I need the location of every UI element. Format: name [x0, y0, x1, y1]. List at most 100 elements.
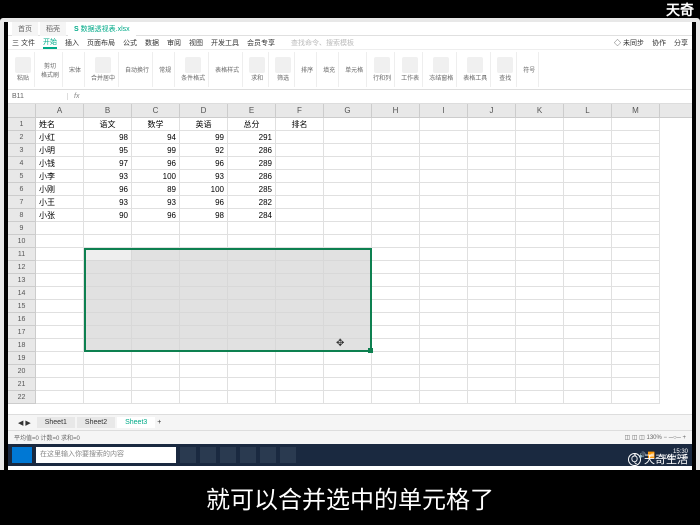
cell-C14[interactable] — [132, 287, 180, 300]
cell-A7[interactable]: 小王 — [36, 196, 84, 209]
cell-J19[interactable] — [468, 352, 516, 365]
cell-H19[interactable] — [372, 352, 420, 365]
menu-insert[interactable]: 插入 — [65, 38, 79, 48]
cell-D9[interactable] — [180, 222, 228, 235]
cell-K2[interactable] — [516, 131, 564, 144]
cell-E3[interactable]: 286 — [228, 144, 276, 157]
cell-C4[interactable]: 96 — [132, 157, 180, 170]
cell-M2[interactable] — [612, 131, 660, 144]
cell-C6[interactable]: 89 — [132, 183, 180, 196]
cell-L4[interactable] — [564, 157, 612, 170]
cell-D16[interactable] — [180, 313, 228, 326]
cell-H17[interactable] — [372, 326, 420, 339]
cell-E17[interactable] — [228, 326, 276, 339]
row-header-16[interactable]: 16 — [8, 313, 36, 326]
cell-D13[interactable] — [180, 274, 228, 287]
cell-M20[interactable] — [612, 365, 660, 378]
cell-C3[interactable]: 99 — [132, 144, 180, 157]
cell-G6[interactable] — [324, 183, 372, 196]
cell-C7[interactable]: 93 — [132, 196, 180, 209]
cell-F11[interactable] — [276, 248, 324, 261]
cell-H12[interactable] — [372, 261, 420, 274]
menu-formula[interactable]: 公式 — [123, 38, 137, 48]
cell-F5[interactable] — [276, 170, 324, 183]
cell-B11[interactable] — [84, 248, 132, 261]
cell-K9[interactable] — [516, 222, 564, 235]
col-header-D[interactable]: D — [180, 104, 228, 117]
cell-B2[interactable]: 98 — [84, 131, 132, 144]
cell-F21[interactable] — [276, 378, 324, 391]
menu-file[interactable]: 三 文件 — [12, 38, 35, 48]
cell-C1[interactable]: 数学 — [132, 118, 180, 131]
cell-C5[interactable]: 100 — [132, 170, 180, 183]
cell-M18[interactable] — [612, 339, 660, 352]
cell-C9[interactable] — [132, 222, 180, 235]
cell-D1[interactable]: 英语 — [180, 118, 228, 131]
col-header-F[interactable]: F — [276, 104, 324, 117]
row-header-7[interactable]: 7 — [8, 196, 36, 209]
cell-E14[interactable] — [228, 287, 276, 300]
cell-G11[interactable] — [324, 248, 372, 261]
col-header-A[interactable]: A — [36, 104, 84, 117]
cell-I17[interactable] — [420, 326, 468, 339]
cell-B14[interactable] — [84, 287, 132, 300]
cell-A4[interactable]: 小钱 — [36, 157, 84, 170]
cell-I7[interactable] — [420, 196, 468, 209]
cell-I10[interactable] — [420, 235, 468, 248]
cell-L19[interactable] — [564, 352, 612, 365]
cell-D2[interactable]: 99 — [180, 131, 228, 144]
cell-L2[interactable] — [564, 131, 612, 144]
cell-L20[interactable] — [564, 365, 612, 378]
cell-I18[interactable] — [420, 339, 468, 352]
cell-G17[interactable] — [324, 326, 372, 339]
cell-F4[interactable] — [276, 157, 324, 170]
cell-H15[interactable] — [372, 300, 420, 313]
col-header-H[interactable]: H — [372, 104, 420, 117]
cell-C2[interactable]: 94 — [132, 131, 180, 144]
cell-K1[interactable] — [516, 118, 564, 131]
cell-I8[interactable] — [420, 209, 468, 222]
cell-A21[interactable] — [36, 378, 84, 391]
cell-H10[interactable] — [372, 235, 420, 248]
cell-B3[interactable]: 95 — [84, 144, 132, 157]
cell-I9[interactable] — [420, 222, 468, 235]
menu-start[interactable]: 开始 — [43, 37, 57, 49]
ribbon-merge[interactable]: 合并居中 — [88, 52, 119, 87]
cell-L9[interactable] — [564, 222, 612, 235]
cell-J11[interactable] — [468, 248, 516, 261]
cell-E13[interactable] — [228, 274, 276, 287]
cell-H3[interactable] — [372, 144, 420, 157]
cell-E2[interactable]: 291 — [228, 131, 276, 144]
menu-data[interactable]: 数据 — [145, 38, 159, 48]
cell-I21[interactable] — [420, 378, 468, 391]
cell-G18[interactable] — [324, 339, 372, 352]
cell-B21[interactable] — [84, 378, 132, 391]
cell-A5[interactable]: 小李 — [36, 170, 84, 183]
cell-L15[interactable] — [564, 300, 612, 313]
ribbon-sum[interactable]: 求和 — [246, 52, 269, 87]
cell-I1[interactable] — [420, 118, 468, 131]
coop-button[interactable]: 协作 — [652, 38, 666, 48]
cell-E21[interactable] — [228, 378, 276, 391]
sheet-tab-1[interactable]: Sheet1 — [37, 417, 75, 428]
cell-J8[interactable] — [468, 209, 516, 222]
cell-M12[interactable] — [612, 261, 660, 274]
cell-B12[interactable] — [84, 261, 132, 274]
cell-F8[interactable] — [276, 209, 324, 222]
tab-file-active[interactable]: 数据透视表.xlsx — [68, 22, 136, 36]
ribbon-sheet[interactable]: 工作表 — [398, 52, 423, 87]
cell-E5[interactable]: 286 — [228, 170, 276, 183]
cell-A11[interactable] — [36, 248, 84, 261]
cell-D12[interactable] — [180, 261, 228, 274]
menu-search[interactable]: 查找命令、搜索模板 — [291, 38, 354, 48]
row-header-9[interactable]: 9 — [8, 222, 36, 235]
cell-G9[interactable] — [324, 222, 372, 235]
tab-docer[interactable]: 稻壳 — [40, 22, 66, 36]
cell-J15[interactable] — [468, 300, 516, 313]
cell-H16[interactable] — [372, 313, 420, 326]
cell-B5[interactable]: 93 — [84, 170, 132, 183]
cell-F22[interactable] — [276, 391, 324, 404]
row-header-11[interactable]: 11 — [8, 248, 36, 261]
cell-B13[interactable] — [84, 274, 132, 287]
cell-D14[interactable] — [180, 287, 228, 300]
